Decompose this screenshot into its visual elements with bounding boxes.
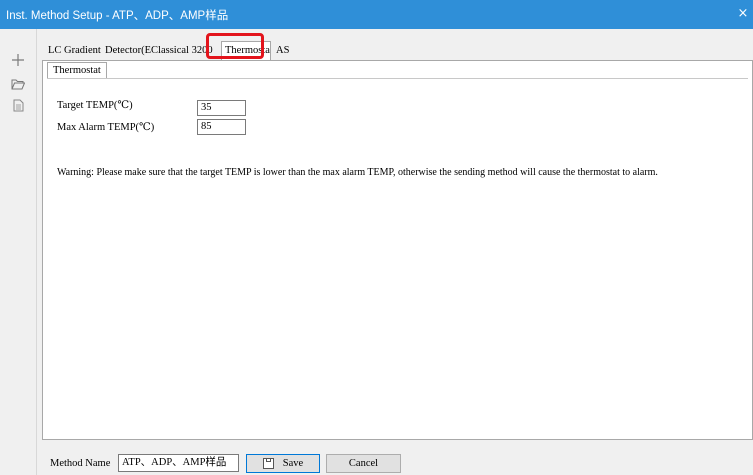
main-panel: LC Gradient Detector(EClassical 3200 The… bbox=[37, 29, 753, 475]
open-folder-icon[interactable] bbox=[8, 75, 28, 93]
max-alarm-temp-input[interactable]: 85 bbox=[197, 119, 246, 135]
floppy-disk-icon bbox=[262, 458, 274, 469]
warning-text: Warning: Please make sure that the targe… bbox=[57, 167, 658, 178]
tab-detector[interactable]: Detector(EClassical 3200 bbox=[102, 43, 222, 60]
window-title: Inst. Method Setup - ATP、ADP、AMP样品 bbox=[6, 10, 229, 22]
thermostat-panel: Thermostat Target TEMP(℃) 35 Max Alarm T… bbox=[42, 60, 753, 440]
save-button[interactable]: Save bbox=[246, 454, 320, 473]
tab-as[interactable]: AS bbox=[273, 43, 292, 60]
cancel-button[interactable]: Cancel bbox=[326, 454, 401, 473]
max-alarm-temp-label: Max Alarm TEMP(℃) bbox=[57, 122, 155, 133]
left-toolbar bbox=[0, 29, 37, 475]
save-button-label: Save bbox=[282, 458, 304, 469]
thermostat-settings: Target TEMP(℃) 35 Max Alarm TEMP(℃) 85 W… bbox=[47, 78, 748, 435]
target-temp-label: Target TEMP(℃) bbox=[57, 100, 133, 111]
bottom-bar: Method Name ATP、ADP、AMP样品 Save Cancel bbox=[37, 440, 753, 475]
target-temp-input[interactable]: 35 bbox=[197, 100, 246, 116]
title-bar: Inst. Method Setup - ATP、ADP、AMP样品 × bbox=[0, 0, 753, 29]
subtab-thermostat[interactable]: Thermostat bbox=[47, 62, 107, 79]
method-name-input[interactable]: ATP、ADP、AMP样品 bbox=[118, 454, 239, 472]
save-as-icon[interactable] bbox=[8, 96, 28, 114]
tab-thermostat[interactable]: Thermosta bbox=[221, 41, 271, 60]
close-icon[interactable]: × bbox=[735, 5, 751, 23]
add-icon[interactable] bbox=[8, 51, 28, 69]
tab-lc-gradient[interactable]: LC Gradient bbox=[45, 43, 104, 60]
method-name-label: Method Name bbox=[50, 458, 111, 469]
